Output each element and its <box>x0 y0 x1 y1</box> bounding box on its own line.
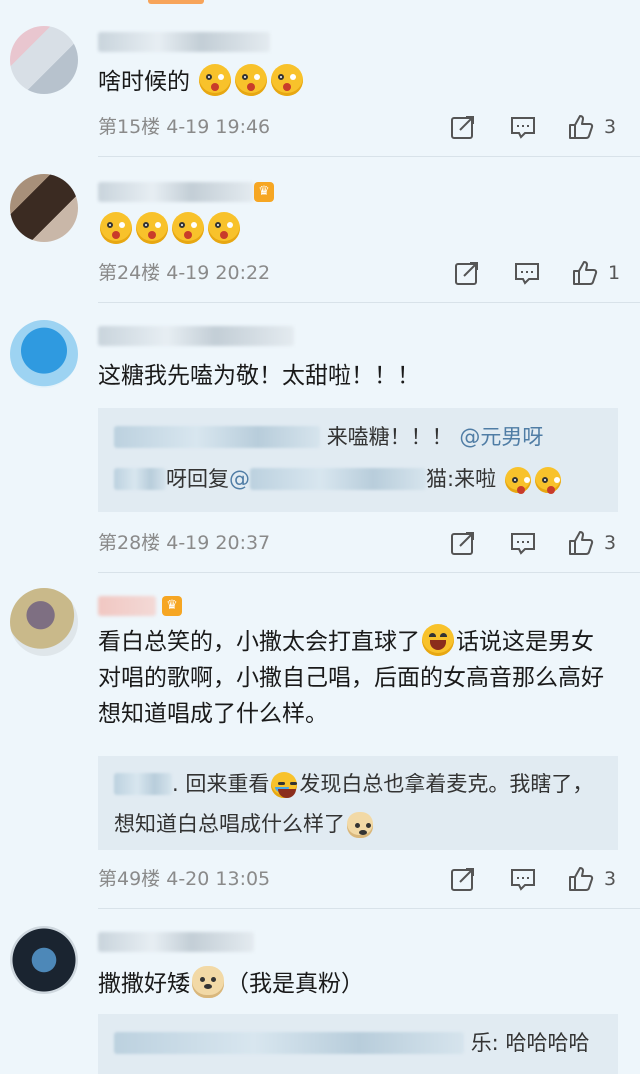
doge-emoji-icon <box>192 966 224 998</box>
username-blurred[interactable] <box>114 773 172 795</box>
vip-crown-icon: ♛ <box>162 596 182 616</box>
comment-icon[interactable] <box>510 866 536 892</box>
username-blurred[interactable] <box>98 182 254 202</box>
avatar[interactable] <box>10 26 78 94</box>
like-icon[interactable] <box>568 114 594 140</box>
surprise-emoji-icon <box>504 467 531 494</box>
comment-body: 啥时候的 <box>98 69 190 95</box>
like-count: 3 <box>604 868 617 890</box>
reply-text: 呀回复 <box>166 467 229 491</box>
username-blurred[interactable] <box>98 596 156 616</box>
username-blurred[interactable] <box>98 326 294 346</box>
divider <box>98 572 640 573</box>
reply-text: 猫:来啦 <box>426 467 497 491</box>
comment-meta: 第28楼 4-19 20:37 3 <box>98 528 618 558</box>
share-icon[interactable] <box>450 114 476 140</box>
surprise-emoji-icon <box>208 212 240 244</box>
surprise-emoji-icon <box>136 212 168 244</box>
share-icon[interactable] <box>450 866 476 892</box>
comment-meta: 第49楼 4-20 13:05 3 <box>98 864 618 894</box>
reply-line: 来嗑糖！！！ @元男呀 <box>114 416 602 458</box>
doge-emoji-icon <box>347 812 373 838</box>
surprise-emoji-icon <box>199 64 232 96</box>
floor-number: 第49楼 4-20 13:05 <box>98 868 271 890</box>
username-blurred[interactable] <box>114 1032 464 1054</box>
like-icon[interactable] <box>568 866 594 892</box>
avatar[interactable] <box>10 588 78 656</box>
reply-text: 来嗑糖！！！ <box>326 425 453 449</box>
comment-body: （我是真粉） <box>226 971 364 997</box>
surprise-emoji-icon <box>100 212 132 244</box>
comment-body: 撒撒好矮 <box>98 971 190 997</box>
divider <box>98 908 640 909</box>
like-icon[interactable] <box>572 260 598 286</box>
comment-icon[interactable] <box>514 260 540 286</box>
username-blurred[interactable] <box>98 32 270 52</box>
username-blurred[interactable] <box>98 932 254 952</box>
avatar[interactable] <box>10 926 78 994</box>
comment-icon[interactable] <box>510 530 536 556</box>
comment-text <box>98 212 610 248</box>
comment-meta: 第24楼 4-19 20:22 1 <box>98 258 621 288</box>
username-blurred[interactable] <box>114 426 320 448</box>
like-count: 3 <box>604 532 617 554</box>
laugh-cry-emoji-icon <box>271 772 298 798</box>
avatar[interactable] <box>10 174 78 242</box>
reply-line: 呀回复@ 猫:来啦 <box>114 458 602 500</box>
username-blurred[interactable] <box>114 468 166 490</box>
floor-number: 第15楼 4-19 19:46 <box>98 116 271 138</box>
comment-body: 看白总笑的，小撒太会打直球了 <box>98 629 420 655</box>
like-icon[interactable] <box>568 530 594 556</box>
divider <box>98 302 640 303</box>
vip-crown-icon: ♛ <box>254 182 274 202</box>
reply-box[interactable]: . 回来重看 发现白总也拿着麦克。我瞎了，想知道白总唱成什么样了 <box>98 756 618 850</box>
reply-text: . 回来重看 <box>172 772 270 796</box>
reply-box[interactable]: 乐: 哈哈哈哈 <box>98 1014 618 1074</box>
reply-text: 乐: 哈哈哈哈 <box>470 1031 590 1055</box>
floor-number: 第24楼 4-19 20:22 <box>98 262 271 284</box>
like-count: 1 <box>608 262 621 284</box>
reply-box[interactable]: 来嗑糖！！！ @元男呀 呀回复@ 猫:来啦 <box>98 408 618 512</box>
surprise-emoji-icon <box>271 64 304 96</box>
comment-text: 这糖我先嗑为敬！太甜啦！！！ <box>98 363 420 389</box>
mention-link[interactable]: @ <box>229 467 250 491</box>
divider <box>98 156 640 157</box>
like-count: 3 <box>604 116 617 138</box>
comment-text: 撒撒好矮 （我是真粉） <box>98 966 610 1002</box>
floor-number: 第28楼 4-19 20:37 <box>98 532 271 554</box>
share-icon[interactable] <box>450 530 476 556</box>
comment-text: 啥时候的 <box>98 64 610 100</box>
surprise-emoji-icon <box>172 212 204 244</box>
comment-icon[interactable] <box>510 114 536 140</box>
avatar[interactable] <box>10 320 78 388</box>
surprise-emoji-icon <box>534 467 561 494</box>
share-icon[interactable] <box>454 260 480 286</box>
comment-meta: 第15楼 4-19 19:46 3 <box>98 112 618 142</box>
surprise-emoji-icon <box>235 64 268 96</box>
laugh-emoji-icon <box>422 624 454 656</box>
top-tab-indicator <box>148 0 204 4</box>
mention-link[interactable]: @元男呀 <box>459 425 543 449</box>
username-blurred[interactable] <box>250 468 426 490</box>
comment-text: 看白总笑的，小撒太会打直球了 话说这是男女对唱的歌啊，小撒自己唱，后面的女高音那么… <box>98 624 610 732</box>
